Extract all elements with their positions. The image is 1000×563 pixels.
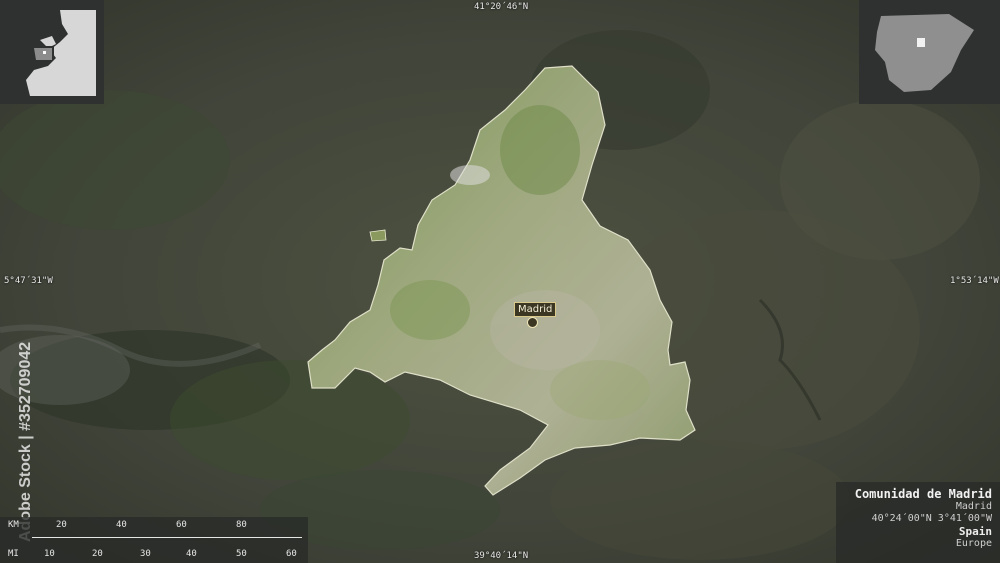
europe-locator-inset [0, 0, 104, 104]
watermark-text: Adobe Stock | #352709042 [17, 342, 34, 542]
capital-name: Madrid [955, 501, 992, 512]
scale-bar: KM MI 20 40 60 80 10 20 30 40 50 60 [0, 517, 308, 563]
scale-km-tick: 60 [176, 520, 187, 530]
coord-left: 5°47´31"W [4, 276, 53, 286]
region-name: Comunidad de Madrid [854, 487, 992, 501]
terrain-background [0, 0, 1000, 563]
scale-mi-tick: 20 [92, 549, 103, 559]
scale-mi-label: MI [8, 549, 19, 559]
capital-coords: 40°24´00"N 3°41´00"W [871, 513, 992, 524]
scale-mi-tick: 60 [286, 549, 297, 559]
scale-mi-tick: 50 [236, 549, 247, 559]
watermark: Adobe Stock | #352709042 [6, 322, 42, 542]
satellite-map[interactable]: 41°20´46"N 39°40´14"N 5°47´31"W 1°53´14"… [0, 0, 1000, 563]
scale-mi-tick: 30 [140, 549, 151, 559]
scale-mi-tick: 10 [44, 549, 55, 559]
coord-top: 41°20´46"N [474, 2, 529, 12]
city-marker-madrid[interactable] [527, 317, 538, 328]
city-label-madrid: Madrid [514, 302, 557, 317]
spain-locator-inset [859, 0, 1000, 104]
info-panel: Comunidad de Madrid Madrid 40°24´00"N 3°… [836, 482, 1000, 563]
scale-km-tick: 40 [116, 520, 127, 530]
continent-name: Europe [955, 538, 992, 549]
scale-km-label: KM [8, 520, 19, 530]
coord-bottom: 39°40´14"N [474, 551, 529, 561]
coord-right: 1°53´14"W [950, 276, 999, 286]
scale-mi-tick: 40 [186, 549, 197, 559]
scale-km-tick: 80 [236, 520, 247, 530]
scale-km-tick: 20 [56, 520, 67, 530]
europe-locator-map [0, 0, 104, 104]
country-name: Spain [958, 525, 992, 538]
scale-line [32, 537, 302, 538]
spain-locator-map [859, 0, 1000, 104]
